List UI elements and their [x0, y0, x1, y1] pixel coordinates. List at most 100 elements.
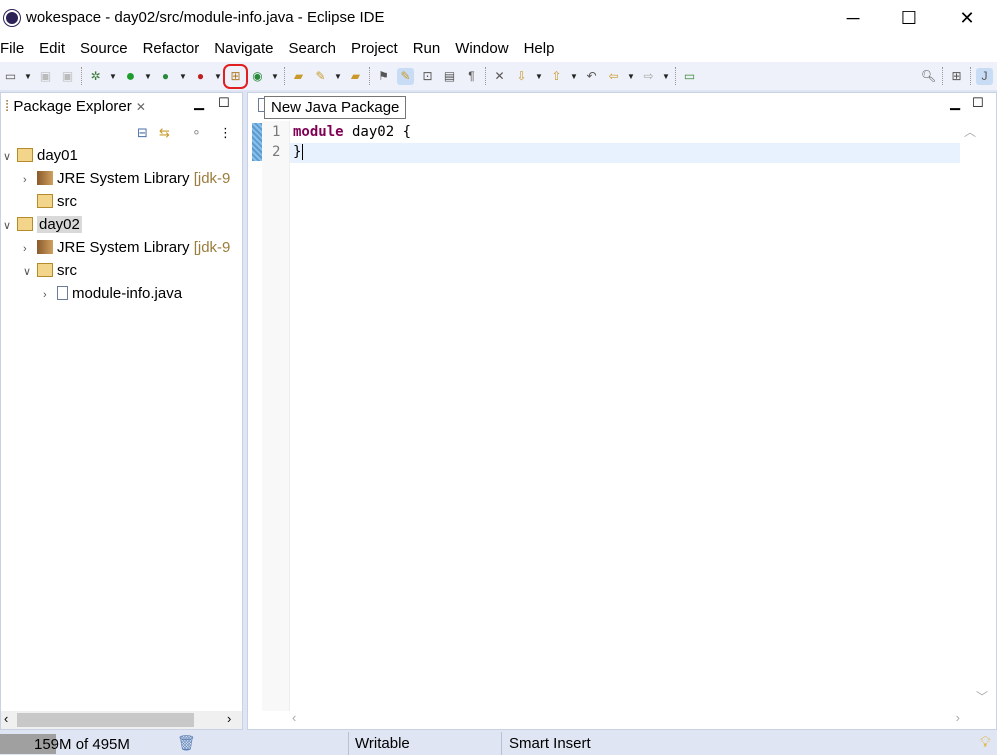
minimize-editor-button[interactable]: ▁	[950, 95, 960, 111]
tree-decoration: [jdk-9	[193, 239, 231, 256]
tree-label: src	[57, 262, 77, 279]
new-java-package-icon[interactable]: ⊞	[223, 63, 248, 89]
heap-status[interactable]: 159M of 495M	[0, 734, 173, 754]
window-title: wokespace - day02/src/module-info.java -…	[26, 9, 385, 26]
tree-item-day01[interactable]: ∨ day01	[3, 145, 78, 167]
title-bar: wokespace - day02/src/module-info.java -…	[0, 0, 997, 37]
menu-project[interactable]: Project	[351, 37, 405, 62]
menu-refactor[interactable]: Refactor	[143, 37, 207, 62]
previous-annotation-icon[interactable]: ⇧	[548, 68, 565, 85]
tree-item-src[interactable]: src	[23, 191, 77, 213]
forward-dropdown[interactable]: ▼	[662, 72, 670, 81]
search-dropdown[interactable]: ▼	[334, 72, 342, 81]
tree-item-day02[interactable]: ∨ day02	[3, 214, 82, 236]
library-icon	[37, 171, 53, 185]
collapse-all-icon[interactable]: ⊟	[137, 125, 148, 141]
back-icon[interactable]: ⇦	[605, 68, 622, 85]
coverage-icon[interactable]: ●	[157, 68, 174, 85]
debug-icon[interactable]: ✲	[87, 68, 104, 85]
maximize-button[interactable]: ☐	[894, 6, 924, 30]
chevron-down-icon[interactable]: ∨	[3, 146, 17, 168]
writable-status: Writable	[355, 735, 410, 752]
filter-icon[interactable]: ⚬	[191, 125, 202, 141]
new-dropdown[interactable]: ▼	[24, 72, 32, 81]
library-icon	[37, 240, 53, 254]
maximize-view-button[interactable]: ☐	[218, 95, 230, 111]
link-with-editor-icon[interactable]: ⇆	[159, 125, 170, 141]
open-type-icon[interactable]: ▰	[290, 68, 307, 85]
menu-source[interactable]: Source	[80, 37, 135, 62]
scrollbar-thumb[interactable]	[17, 713, 194, 727]
separator	[284, 67, 285, 85]
chevron-right-icon[interactable]: ›	[23, 169, 37, 191]
garbage-collect-icon[interactable]: 🗑︎	[177, 734, 196, 752]
save-all-icon[interactable]: ▣	[59, 68, 76, 85]
external-tools-dropdown[interactable]: ▼	[214, 72, 222, 81]
next-annotation-dropdown[interactable]: ▼	[535, 72, 543, 81]
run-dropdown[interactable]: ▼	[144, 72, 152, 81]
external-tools-icon[interactable]: ●	[192, 68, 209, 85]
horizontal-scrollbar[interactable]: ‹ ›	[1, 711, 242, 729]
line-number: 1	[272, 124, 281, 140]
close-view-icon[interactable]: ✕	[136, 100, 146, 114]
search-icon[interactable]: 🔍︎	[920, 68, 937, 85]
coverage-dropdown[interactable]: ▼	[179, 72, 187, 81]
tree-item-jre-library[interactable]: › JRE System Library [jdk-9	[23, 237, 230, 259]
chevron-down-icon[interactable]: ∨	[3, 215, 17, 237]
minimize-button[interactable]: ─	[838, 6, 868, 30]
mark-occurrences-icon[interactable]: ✎	[397, 67, 414, 85]
menu-navigate[interactable]: Navigate	[214, 37, 280, 62]
package-explorer-tab[interactable]: ⁞ Package Explorer ✕	[1, 93, 150, 121]
toggle-breadcrumb-icon[interactable]: ⚑	[375, 68, 392, 85]
open-task-icon[interactable]: ▰	[347, 68, 364, 85]
source-folder-icon	[37, 263, 53, 277]
new-icon[interactable]: ▭	[2, 68, 19, 85]
save-icon[interactable]: ▣	[37, 68, 54, 85]
minimize-view-button[interactable]: ▁	[194, 95, 204, 111]
close-button[interactable]: ✕	[952, 6, 982, 30]
previous-annotation-dropdown[interactable]: ▼	[570, 72, 578, 81]
editor-horizontal-scrollbar[interactable]: ‹ ›	[292, 710, 964, 728]
pin-icon[interactable]: ✕	[491, 68, 508, 85]
search-tool-icon[interactable]: ✎	[312, 68, 329, 85]
toggle-block-selection-icon[interactable]: ⊡	[419, 68, 436, 85]
new-class-dropdown[interactable]: ▼	[271, 72, 279, 81]
last-edit-icon[interactable]: ↶	[583, 68, 600, 85]
separator	[970, 67, 971, 85]
tree-item-src[interactable]: ∨ src	[23, 260, 77, 282]
java-perspective-icon[interactable]: J	[976, 67, 993, 85]
code-line[interactable]: module day02 {	[293, 124, 411, 140]
chevron-right-icon[interactable]: ›	[43, 284, 57, 306]
open-perspective-icon[interactable]: ⊞	[948, 68, 965, 85]
maximize-editor-button[interactable]: ☐	[972, 95, 984, 111]
back-dropdown[interactable]: ▼	[627, 72, 635, 81]
chevron-down-icon[interactable]: ∨	[23, 261, 37, 283]
debug-dropdown[interactable]: ▼	[109, 72, 117, 81]
vertical-scrollbar[interactable]: ︿ ﹀	[964, 123, 988, 708]
menu-edit[interactable]: Edit	[39, 37, 72, 62]
tree-label: JRE System Library	[57, 239, 190, 256]
open-view-icon[interactable]: ▭	[681, 68, 698, 85]
run-icon[interactable]: ●	[122, 68, 139, 85]
lightbulb-icon[interactable]: 💡︎	[980, 734, 991, 751]
tooltip: New Java Package	[264, 96, 407, 119]
view-menu-icon[interactable]: ⋮	[219, 125, 232, 141]
menu-file[interactable]: File	[0, 37, 31, 62]
menu-help[interactable]: Help	[524, 37, 562, 62]
word-wrap-icon[interactable]: ▤	[441, 68, 458, 85]
code-line[interactable]: }	[293, 144, 304, 160]
show-whitespace-icon[interactable]: ¶	[463, 68, 480, 85]
tree-item-module-info[interactable]: › module-info.java	[43, 283, 182, 305]
project-icon	[17, 217, 33, 231]
menu-run[interactable]: Run	[413, 37, 448, 62]
next-annotation-icon[interactable]: ⇩	[513, 68, 530, 85]
menu-search[interactable]: Search	[288, 37, 343, 62]
separator	[675, 67, 676, 85]
eclipse-logo-icon	[4, 10, 20, 26]
tree-item-jre-library[interactable]: › JRE System Library [jdk-9	[23, 168, 230, 190]
new-java-class-icon[interactable]: ◉	[249, 68, 266, 85]
menu-window[interactable]: Window	[455, 37, 515, 62]
forward-icon[interactable]: ⇨	[640, 68, 657, 85]
chevron-right-icon[interactable]: ›	[23, 238, 37, 260]
separator	[942, 67, 943, 85]
